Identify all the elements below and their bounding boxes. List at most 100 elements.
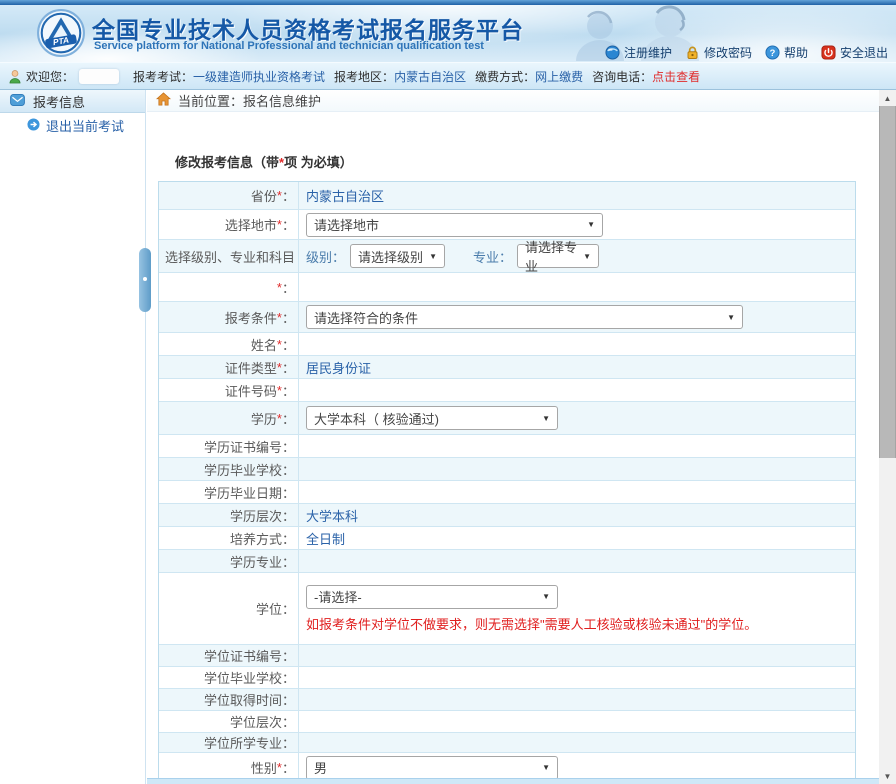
welcome-info-value: 一级建造师执业资格考试	[193, 70, 325, 84]
gender-select[interactable]: 男▼	[306, 756, 558, 780]
field-label-text: 学历专业	[230, 552, 282, 571]
form-row-level-major-star: *：	[159, 273, 855, 302]
field-colon: ：	[282, 529, 295, 548]
field-value-text: 内蒙古自治区	[306, 186, 384, 205]
field-label: 证件类型*：	[159, 356, 299, 378]
field-label-text: 学历	[251, 409, 277, 428]
major-select[interactable]: 请选择专业▼	[517, 244, 599, 268]
scrollbar-down-arrow[interactable]: ▼	[879, 768, 896, 784]
field-value: 请选择地市▼	[299, 210, 855, 239]
header-link-power[interactable]: 安全退出	[821, 44, 888, 61]
form-row-edu-cert-no: 学历证书编号：	[159, 435, 855, 458]
field-value	[299, 667, 855, 688]
field-colon: ：	[282, 506, 295, 525]
field-value	[299, 711, 855, 732]
field-colon: ：	[282, 335, 295, 354]
field-label-text: 学历毕业学校	[204, 460, 282, 479]
field-value	[299, 458, 855, 480]
select-value: 请选择符合的条件	[314, 308, 418, 327]
sidebar-item-exit-exam[interactable]: 退出当前考试	[0, 113, 145, 138]
welcome-info-item: 报考考试：一级建造师执业资格考试	[133, 68, 325, 85]
breadcrumb: 当前位置：报名信息维护	[147, 90, 879, 112]
field-label-text: 学位层次	[230, 712, 282, 731]
vertical-scrollbar[interactable]: ▲ ▼	[879, 90, 896, 784]
field-value: 请选择符合的条件 ▼	[299, 302, 855, 332]
scrollbar-up-arrow[interactable]: ▲	[879, 90, 896, 106]
field-colon: ：	[282, 381, 295, 400]
bottom-strip	[147, 778, 879, 784]
field-colon: ：	[282, 690, 295, 709]
field-label: 报考条件*：	[159, 302, 299, 332]
help-icon: ?	[765, 45, 780, 60]
field-label: 证件号码*：	[159, 379, 299, 401]
welcome-info-value[interactable]: 点击查看	[652, 70, 700, 84]
select-value: 请选择地市	[314, 215, 379, 234]
welcome-info-value: 网上缴费	[535, 70, 583, 84]
field-value-text: 居民身份证	[306, 358, 371, 377]
svg-text:?: ?	[770, 48, 776, 58]
form-row-edu-grad-date: 学历毕业日期：	[159, 481, 855, 504]
city-select[interactable]: 请选择地市▼	[306, 213, 603, 237]
field-label-text: 学位毕业学校	[204, 668, 282, 687]
field-colon: ：	[282, 186, 295, 205]
sidebar-item-exam-info[interactable]: 报考信息	[0, 90, 145, 113]
field-colon: ：	[282, 552, 295, 571]
scrollbar-thumb[interactable]	[879, 106, 896, 458]
field-label: 学位证书编号：	[159, 645, 299, 666]
form-row-id-type: 证件类型*： 居民身份证	[159, 356, 855, 379]
welcome-info-item: 咨询电话：点击查看	[592, 68, 700, 85]
field-label: 省份*：	[159, 182, 299, 209]
breadcrumb-text: 当前位置：报名信息维护	[178, 91, 321, 110]
welcome-info-label: 咨询电话：	[592, 70, 652, 84]
field-value: 内蒙古自治区	[299, 182, 855, 209]
field-label: 选择级别、专业和科目	[159, 240, 299, 272]
form-row-degree-date: 学位取得时间：	[159, 689, 855, 711]
header-link-help[interactable]: ?帮助	[765, 44, 808, 61]
header-link-label: 修改密码	[704, 44, 752, 61]
select-value: 男	[314, 758, 327, 777]
form-row-education: 学历*：大学本科（ 核验通过)▼	[159, 402, 855, 435]
main-content: 当前位置：报名信息维护 修改报考信息（带*项 为必填） 省份*： 内蒙古自治区选择…	[147, 90, 879, 784]
welcome-info-label: 报考考试：	[133, 70, 193, 84]
form-row-edu-school: 学历毕业学校：	[159, 458, 855, 481]
education-select[interactable]: 大学本科（ 核验通过)▼	[306, 406, 558, 430]
welcome-info-label: 缴费方式：	[475, 70, 535, 84]
field-colon: ：	[282, 712, 295, 731]
chevron-down-icon: ▼	[542, 414, 550, 423]
form-title: 修改报考信息（带*项 为必填）	[175, 152, 879, 171]
welcome-greeting: 欢迎您：	[26, 68, 74, 85]
header-link-label: 注册维护	[624, 44, 672, 61]
level-select[interactable]: 请选择级别▼	[350, 244, 445, 268]
pta-logo: PTA	[36, 8, 86, 58]
field-value-text: 大学本科	[306, 506, 358, 525]
welcome-info-item: 缴费方式：网上缴费	[475, 68, 583, 85]
chevron-down-icon: ▼	[583, 252, 591, 261]
field-label-text: 性别	[251, 758, 277, 777]
field-label: 姓名*：	[159, 333, 299, 355]
field-colon: ：	[282, 668, 295, 687]
field-value: 全日制	[299, 527, 855, 549]
form-row-id-number: 证件号码*：	[159, 379, 855, 402]
sidebar-collapse-handle[interactable]	[139, 248, 151, 312]
field-value-text: 全日制	[306, 529, 345, 548]
header-link-lock[interactable]: 修改密码	[685, 44, 752, 61]
inline-field-label: 专业：	[473, 247, 512, 266]
field-label: 学位毕业学校：	[159, 667, 299, 688]
welcome-bar: 欢迎您： 报考考试：一级建造师执业资格考试报考地区：内蒙古自治区缴费方式：网上缴…	[0, 62, 896, 90]
field-label-text: 培养方式	[230, 529, 282, 548]
sidebar-item-label: 报考信息	[33, 92, 85, 111]
degree-select[interactable]: -请选择-▼	[306, 585, 558, 609]
field-colon: ：	[282, 758, 295, 777]
form-row-edu-level: 学历层次： 大学本科	[159, 504, 855, 527]
header-link-globe[interactable]: 注册维护	[605, 44, 672, 61]
lock-icon	[685, 45, 700, 60]
chevron-down-icon: ▼	[727, 313, 735, 322]
exam-condition-select[interactable]: 请选择符合的条件 ▼	[306, 305, 743, 329]
welcome-info-item: 报考地区：内蒙古自治区	[334, 68, 466, 85]
field-label-text: 学历证书编号	[204, 437, 282, 456]
field-value	[299, 733, 855, 752]
field-label-text: 学位取得时间	[204, 690, 282, 709]
chevron-down-icon: ▼	[542, 592, 550, 601]
field-label: 学历层次：	[159, 504, 299, 526]
form-row-edu-major: 学历专业：	[159, 550, 855, 573]
